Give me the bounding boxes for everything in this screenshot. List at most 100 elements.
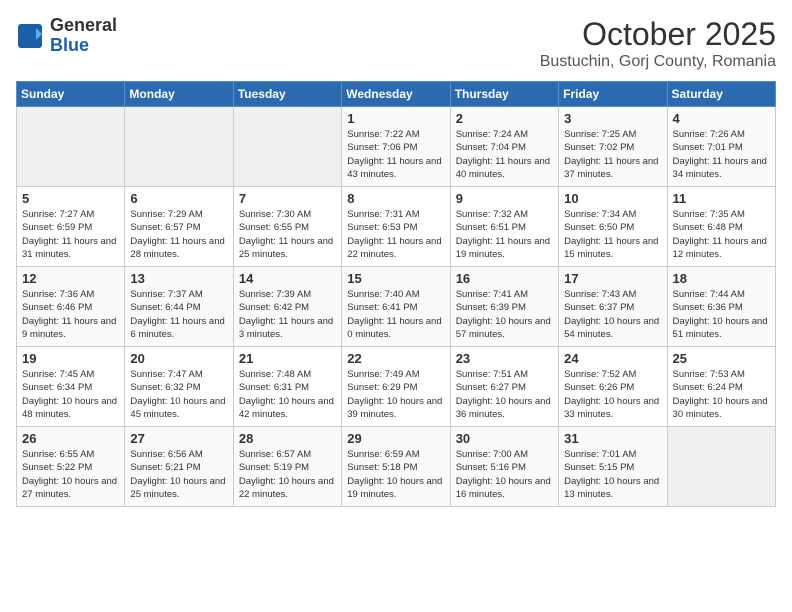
calendar-cell: 1Sunrise: 7:22 AM Sunset: 7:06 PM Daylig… <box>342 107 450 187</box>
calendar-cell: 12 Sunrise: 7:36 AM Sunset: 6:46 PM Dayli… <box>17 267 125 347</box>
day-number: 18 <box>673 271 770 286</box>
day-info: Sunrise: 7:32 AM Sunset: 6:51 PM Dayligh… <box>456 208 553 261</box>
calendar-cell: 11Sunrise: 7:35 AM Sunset: 6:48 PM Dayli… <box>667 187 775 267</box>
calendar-cell: 4Sunrise: 7:26 AM Sunset: 7:01 PM Daylig… <box>667 107 775 187</box>
day-number: 12 <box>22 271 119 286</box>
day-number: 3 <box>564 111 661 126</box>
day-info: Sunrise: 7:44 AM Sunset: 6:36 PM Dayligh… <box>673 288 770 341</box>
calendar-cell: 9 Sunrise: 7:32 AM Sunset: 6:51 PM Daylig… <box>450 187 558 267</box>
day-info: Sunrise: 7:43 AM Sunset: 6:37 PM Dayligh… <box>564 288 661 341</box>
calendar-cell: 8 Sunrise: 7:31 AM Sunset: 6:53 PM Daylig… <box>342 187 450 267</box>
day-number: 8 <box>347 191 444 206</box>
calendar-cell: 29 Sunrise: 6:59 AM Sunset: 5:18 PM Dayli… <box>342 427 450 507</box>
day-info: Sunrise: 7:45 AM Sunset: 6:34 PM Dayligh… <box>22 368 119 421</box>
day-number: 31 <box>564 431 661 446</box>
calendar-cell: 10 Sunrise: 7:34 AM Sunset: 6:50 PM Dayli… <box>559 187 667 267</box>
day-info: Sunrise: 7:31 AM Sunset: 6:53 PM Dayligh… <box>347 208 444 261</box>
calendar-cell: 27 Sunrise: 6:56 AM Sunset: 5:21 PM Dayli… <box>125 427 233 507</box>
calendar-cell: 7 Sunrise: 7:30 AM Sunset: 6:55 PM Daylig… <box>233 187 341 267</box>
calendar-cell: 21Sunrise: 7:48 AM Sunset: 6:31 PM Dayli… <box>233 347 341 427</box>
calendar-cell: 18 Sunrise: 7:44 AM Sunset: 6:36 PM Dayli… <box>667 267 775 347</box>
day-number: 27 <box>130 431 227 446</box>
day-number: 20 <box>130 351 227 366</box>
calendar-body: 1Sunrise: 7:22 AM Sunset: 7:06 PM Daylig… <box>17 107 776 507</box>
logo: General Blue <box>16 16 117 56</box>
weekday-header: Friday <box>559 82 667 107</box>
day-info: Sunrise: 7:47 AM Sunset: 6:32 PM Dayligh… <box>130 368 227 421</box>
day-number: 29 <box>347 431 444 446</box>
calendar-cell: 28Sunrise: 6:57 AM Sunset: 5:19 PM Dayli… <box>233 427 341 507</box>
calendar-cell: 17 Sunrise: 7:43 AM Sunset: 6:37 PM Dayli… <box>559 267 667 347</box>
title-block: October 2025 Bustuchin, Gorj County, Rom… <box>540 16 776 71</box>
day-number: 7 <box>239 191 336 206</box>
day-number: 30 <box>456 431 553 446</box>
day-info: Sunrise: 7:40 AM Sunset: 6:41 PM Dayligh… <box>347 288 444 341</box>
day-info: Sunrise: 7:25 AM Sunset: 7:02 PM Dayligh… <box>564 128 661 181</box>
calendar-cell: 22 Sunrise: 7:49 AM Sunset: 6:29 PM Dayli… <box>342 347 450 427</box>
calendar-cell: 23 Sunrise: 7:51 AM Sunset: 6:27 PM Dayli… <box>450 347 558 427</box>
day-info: Sunrise: 7:52 AM Sunset: 6:26 PM Dayligh… <box>564 368 661 421</box>
calendar-cell: 13Sunrise: 7:37 AM Sunset: 6:44 PM Dayli… <box>125 267 233 347</box>
calendar-week-row: 5 Sunrise: 7:27 AM Sunset: 6:59 PM Daylig… <box>17 187 776 267</box>
day-info: Sunrise: 6:56 AM Sunset: 5:21 PM Dayligh… <box>130 448 227 501</box>
day-number: 22 <box>347 351 444 366</box>
logo-icon <box>16 22 44 50</box>
day-number: 23 <box>456 351 553 366</box>
day-number: 26 <box>22 431 119 446</box>
day-number: 16 <box>456 271 553 286</box>
day-number: 17 <box>564 271 661 286</box>
calendar-cell <box>667 427 775 507</box>
day-info: Sunrise: 7:48 AM Sunset: 6:31 PM Dayligh… <box>239 368 336 421</box>
weekday-header: Tuesday <box>233 82 341 107</box>
day-info: Sunrise: 7:00 AM Sunset: 5:16 PM Dayligh… <box>456 448 553 501</box>
day-number: 9 <box>456 191 553 206</box>
day-info: Sunrise: 7:30 AM Sunset: 6:55 PM Dayligh… <box>239 208 336 261</box>
calendar-cell: 3 Sunrise: 7:25 AM Sunset: 7:02 PM Daylig… <box>559 107 667 187</box>
calendar-week-row: 19 Sunrise: 7:45 AM Sunset: 6:34 PM Dayli… <box>17 347 776 427</box>
day-info: Sunrise: 7:49 AM Sunset: 6:29 PM Dayligh… <box>347 368 444 421</box>
day-info: Sunrise: 7:36 AM Sunset: 6:46 PM Dayligh… <box>22 288 119 341</box>
calendar-cell: 5 Sunrise: 7:27 AM Sunset: 6:59 PM Daylig… <box>17 187 125 267</box>
day-info: Sunrise: 7:53 AM Sunset: 6:24 PM Dayligh… <box>673 368 770 421</box>
day-number: 14 <box>239 271 336 286</box>
calendar-cell <box>125 107 233 187</box>
calendar-cell: 15 Sunrise: 7:40 AM Sunset: 6:41 PM Dayli… <box>342 267 450 347</box>
day-number: 15 <box>347 271 444 286</box>
calendar-week-row: 12 Sunrise: 7:36 AM Sunset: 6:46 PM Dayli… <box>17 267 776 347</box>
calendar-cell: 31Sunrise: 7:01 AM Sunset: 5:15 PM Dayli… <box>559 427 667 507</box>
logo-blue: Blue <box>50 36 117 56</box>
page-header: General Blue October 2025 Bustuchin, Gor… <box>16 16 776 71</box>
calendar-week-row: 1Sunrise: 7:22 AM Sunset: 7:06 PM Daylig… <box>17 107 776 187</box>
day-number: 19 <box>22 351 119 366</box>
day-number: 10 <box>564 191 661 206</box>
day-info: Sunrise: 6:55 AM Sunset: 5:22 PM Dayligh… <box>22 448 119 501</box>
day-info: Sunrise: 7:34 AM Sunset: 6:50 PM Dayligh… <box>564 208 661 261</box>
day-info: Sunrise: 7:41 AM Sunset: 6:39 PM Dayligh… <box>456 288 553 341</box>
day-info: Sunrise: 7:35 AM Sunset: 6:48 PM Dayligh… <box>673 208 770 261</box>
day-info: Sunrise: 7:26 AM Sunset: 7:01 PM Dayligh… <box>673 128 770 181</box>
day-number: 6 <box>130 191 227 206</box>
calendar-cell: 16 Sunrise: 7:41 AM Sunset: 6:39 PM Dayli… <box>450 267 558 347</box>
calendar-cell: 26 Sunrise: 6:55 AM Sunset: 5:22 PM Dayli… <box>17 427 125 507</box>
weekday-header: Monday <box>125 82 233 107</box>
day-number: 24 <box>564 351 661 366</box>
calendar-table: SundayMondayTuesdayWednesdayThursdayFrid… <box>16 81 776 507</box>
day-info: Sunrise: 6:59 AM Sunset: 5:18 PM Dayligh… <box>347 448 444 501</box>
day-number: 13 <box>130 271 227 286</box>
day-number: 2 <box>456 111 553 126</box>
day-info: Sunrise: 7:24 AM Sunset: 7:04 PM Dayligh… <box>456 128 553 181</box>
month-title: October 2025 <box>540 16 776 53</box>
calendar-cell <box>233 107 341 187</box>
calendar-cell: 2 Sunrise: 7:24 AM Sunset: 7:04 PM Daylig… <box>450 107 558 187</box>
calendar-week-row: 26 Sunrise: 6:55 AM Sunset: 5:22 PM Dayli… <box>17 427 776 507</box>
calendar-cell <box>17 107 125 187</box>
location: Bustuchin, Gorj County, Romania <box>540 53 776 71</box>
day-number: 5 <box>22 191 119 206</box>
day-number: 25 <box>673 351 770 366</box>
weekday-header: Sunday <box>17 82 125 107</box>
calendar-cell: 24 Sunrise: 7:52 AM Sunset: 6:26 PM Dayli… <box>559 347 667 427</box>
day-info: Sunrise: 7:51 AM Sunset: 6:27 PM Dayligh… <box>456 368 553 421</box>
day-info: Sunrise: 7:27 AM Sunset: 6:59 PM Dayligh… <box>22 208 119 261</box>
calendar-cell: 14Sunrise: 7:39 AM Sunset: 6:42 PM Dayli… <box>233 267 341 347</box>
weekday-header: Thursday <box>450 82 558 107</box>
